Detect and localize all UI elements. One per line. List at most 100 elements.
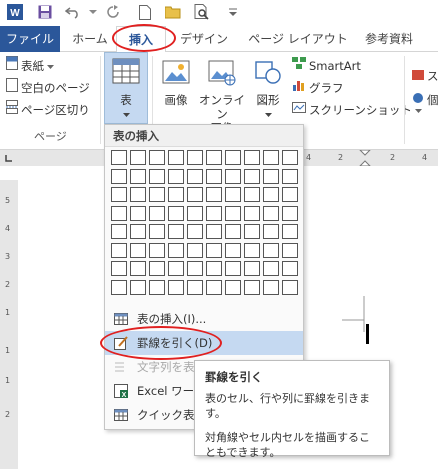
screenshot-button[interactable]: スクリーンショット [292,100,422,120]
grid-cell[interactable] [111,242,127,258]
grid-cell[interactable] [244,261,260,276]
grid-cell[interactable] [149,150,165,165]
grid-cell[interactable] [187,224,203,239]
grid-cell[interactable] [225,242,241,258]
vertical-ruler[interactable]: 5 4 3 2 1 1 1 2 [0,180,18,469]
grid-cell[interactable] [187,279,203,295]
grid-cell[interactable] [282,205,298,221]
page-break-button[interactable]: ページ区切り [6,100,90,120]
shapes-button[interactable]: 図形 [250,58,286,121]
grid-cell[interactable] [149,187,165,202]
my-apps-button[interactable]: 個 [412,90,438,110]
grid-cell[interactable] [263,279,279,295]
grid-cell[interactable] [244,150,260,165]
grid-cell[interactable] [111,187,127,202]
grid-cell[interactable] [168,168,184,184]
grid-cell[interactable] [111,224,127,239]
grid-cell[interactable] [206,205,222,221]
grid-cell[interactable] [206,224,222,239]
grid-cell[interactable] [206,242,222,258]
grid-cell[interactable] [225,205,241,221]
grid-cell[interactable] [149,224,165,239]
chart-button[interactable]: グラフ [292,78,344,98]
grid-cell[interactable] [168,150,184,165]
grid-cell[interactable] [263,168,279,184]
smartart-button[interactable]: SmartArt [292,56,361,76]
grid-cell[interactable] [225,150,241,165]
print-preview-icon[interactable] [193,3,211,21]
grid-cell[interactable] [282,242,298,258]
picture-button[interactable]: 画像 [156,58,196,107]
grid-cell[interactable] [225,279,241,295]
grid-cell[interactable] [168,224,184,239]
grid-cell[interactable] [149,205,165,221]
new-document-icon[interactable] [136,3,154,21]
grid-cell[interactable] [244,187,260,202]
grid-cell[interactable] [206,261,222,276]
save-icon[interactable] [36,3,54,21]
grid-cell[interactable] [206,168,222,184]
grid-cell[interactable] [111,150,127,165]
grid-cell[interactable] [111,205,127,221]
customize-dropdown-icon[interactable] [224,3,242,21]
grid-cell[interactable] [187,205,203,221]
grid-cell[interactable] [149,168,165,184]
grid-cell[interactable] [187,261,203,276]
grid-cell[interactable] [244,168,260,184]
grid-cell[interactable] [130,261,146,276]
grid-cell[interactable] [282,224,298,239]
grid-cell[interactable] [225,224,241,239]
grid-cell[interactable] [149,279,165,295]
grid-cell[interactable] [244,242,260,258]
tab-design[interactable]: デザイン [176,26,232,52]
undo-dropdown-icon[interactable] [84,3,102,21]
grid-cell[interactable] [263,205,279,221]
grid-cell[interactable] [168,187,184,202]
undo-icon[interactable] [64,3,82,21]
grid-cell[interactable] [244,205,260,221]
grid-cell[interactable] [225,261,241,276]
grid-cell[interactable] [130,205,146,221]
grid-cell[interactable] [206,187,222,202]
grid-cell[interactable] [187,168,203,184]
grid-cell[interactable] [130,187,146,202]
grid-cell[interactable] [187,187,203,202]
tab-references[interactable]: 参考資料 [360,26,418,52]
word-icon[interactable]: W [6,3,24,21]
grid-cell[interactable] [111,279,127,295]
grid-cell[interactable] [282,261,298,276]
grid-cell[interactable] [187,242,203,258]
grid-cell[interactable] [225,168,241,184]
grid-cell[interactable] [111,168,127,184]
grid-cell[interactable] [206,150,222,165]
grid-cell[interactable] [225,187,241,202]
redo-icon[interactable] [104,3,122,21]
blank-page-button[interactable]: 空白のページ [6,78,90,98]
indent-marker-icon[interactable] [358,150,372,166]
grid-cell[interactable] [263,261,279,276]
grid-cell[interactable] [263,150,279,165]
grid-cell[interactable] [263,242,279,258]
grid-cell[interactable] [130,150,146,165]
grid-cell[interactable] [130,242,146,258]
grid-cell[interactable] [130,168,146,184]
tab-page-layout[interactable]: ページ レイアウト [248,26,348,52]
grid-cell[interactable] [244,224,260,239]
grid-cell[interactable] [263,187,279,202]
grid-cell[interactable] [149,261,165,276]
grid-cell[interactable] [149,242,165,258]
grid-cell[interactable] [263,224,279,239]
grid-cell[interactable] [206,279,222,295]
tab-file[interactable]: ファイル [0,26,60,52]
grid-cell[interactable] [282,279,298,295]
grid-cell[interactable] [111,261,127,276]
grid-cell[interactable] [168,205,184,221]
grid-cell[interactable] [168,279,184,295]
open-folder-icon[interactable] [164,3,182,21]
grid-cell[interactable] [282,187,298,202]
grid-cell[interactable] [244,279,260,295]
grid-cell[interactable] [168,242,184,258]
cover-page-button[interactable]: 表紙 [6,56,54,76]
grid-cell[interactable] [187,150,203,165]
tab-selector[interactable] [0,150,18,166]
